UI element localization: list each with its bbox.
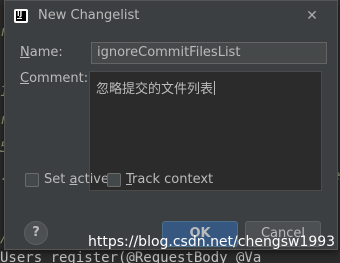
set-active-checkbox[interactable] xyxy=(25,173,39,187)
name-label: Name: xyxy=(20,45,63,60)
intellij-app-icon: IJ xyxy=(14,9,28,23)
close-icon[interactable]: ✕ xyxy=(303,7,321,25)
text-caret xyxy=(214,81,216,95)
changelist-name-input[interactable]: ignoreCommitFilesList xyxy=(91,42,327,64)
help-button[interactable]: ? xyxy=(24,221,48,245)
track-context-label[interactable]: Track context xyxy=(126,172,213,187)
dialog-title: New Changelist xyxy=(38,8,140,23)
track-context-checkbox[interactable] xyxy=(107,173,121,187)
ide-window: r 1 r 5 . / e Users register(@RequestBod… xyxy=(0,0,340,263)
set-active-label[interactable]: Set active xyxy=(44,172,109,187)
watermark-text: https://blog.csdn.net/chengsw1993 xyxy=(88,234,336,250)
editor-code-line: Users register(@RequestBody @Va xyxy=(0,250,262,263)
dialog-titlebar[interactable]: IJ New Changelist ✕ xyxy=(5,1,337,31)
comment-text: 忽略提交的文件列表 xyxy=(96,81,216,97)
new-changelist-dialog: IJ New Changelist ✕ Name: ignoreCommitFi… xyxy=(4,0,338,250)
comment-label: Comment: xyxy=(20,71,89,86)
